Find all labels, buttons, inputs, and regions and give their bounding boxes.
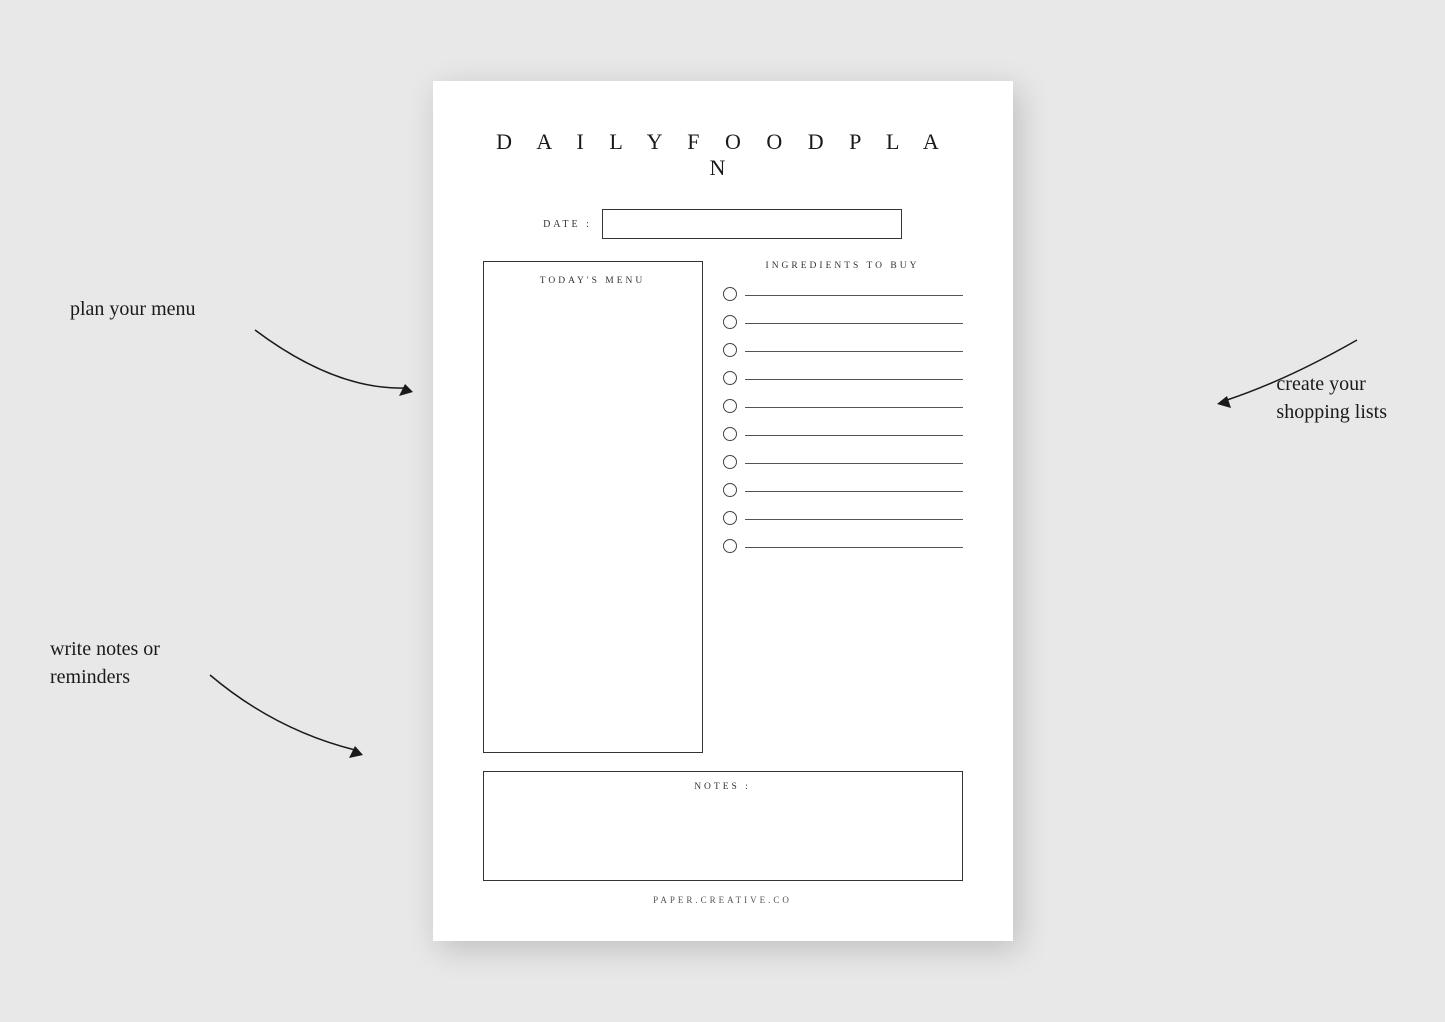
todays-menu-label: TODAY'S MENU: [540, 276, 646, 286]
checkbox-circle-6[interactable]: [723, 427, 737, 441]
ingredient-item-2[interactable]: [723, 315, 963, 329]
ingredients-title: INGREDIENTS TO BUY: [723, 261, 963, 271]
date-label: DATE :: [543, 219, 592, 230]
document-title: D A I L Y F O O D P L A N: [483, 129, 963, 181]
ingredients-section: INGREDIENTS TO BUY: [723, 261, 963, 753]
paper-document: D A I L Y F O O D P L A N DATE : TODAY'S…: [433, 81, 1013, 941]
annotation-notes-reminders: write notes or reminders: [50, 635, 160, 691]
ingredient-item-9[interactable]: [723, 511, 963, 525]
arrow-notes-reminders: [155, 660, 415, 770]
checkbox-circle-7[interactable]: [723, 455, 737, 469]
ingredient-item-1[interactable]: [723, 287, 963, 301]
date-input-box[interactable]: [602, 209, 902, 239]
ingredient-line-2: [745, 323, 963, 324]
checkbox-circle-3[interactable]: [723, 343, 737, 357]
arrow-plan-menu: [195, 310, 455, 410]
ingredient-line-4: [745, 379, 963, 380]
ingredient-line-10: [745, 547, 963, 548]
ingredient-item-7[interactable]: [723, 455, 963, 469]
annotation-shopping: create your shopping lists: [1276, 370, 1387, 426]
ingredient-item-5[interactable]: [723, 399, 963, 413]
checkbox-circle-2[interactable]: [723, 315, 737, 329]
page-wrapper: D A I L Y F O O D P L A N DATE : TODAY'S…: [0, 0, 1445, 1022]
ingredient-line-1: [745, 295, 963, 296]
checkbox-circle-4[interactable]: [723, 371, 737, 385]
document-footer: PAPER.CREATIVE.CO: [653, 895, 792, 905]
ingredient-line-8: [745, 491, 963, 492]
checkbox-circle-8[interactable]: [723, 483, 737, 497]
main-content-area: TODAY'S MENU INGREDIENTS TO BUY: [483, 261, 963, 753]
checkbox-circle-1[interactable]: [723, 287, 737, 301]
ingredient-line-5: [745, 407, 963, 408]
ingredient-line-9: [745, 519, 963, 520]
ingredient-item-4[interactable]: [723, 371, 963, 385]
notes-box[interactable]: NOTES :: [483, 771, 963, 881]
ingredient-item-3[interactable]: [723, 343, 963, 357]
ingredient-line-3: [745, 351, 963, 352]
ingredient-item-10[interactable]: [723, 539, 963, 553]
date-row: DATE :: [483, 209, 963, 239]
notes-label: NOTES :: [694, 782, 751, 792]
ingredient-item-8[interactable]: [723, 483, 963, 497]
ingredient-line-6: [745, 435, 963, 436]
todays-menu-box: TODAY'S MENU: [483, 261, 703, 753]
checkbox-circle-9[interactable]: [723, 511, 737, 525]
checkbox-circle-10[interactable]: [723, 539, 737, 553]
checkbox-circle-5[interactable]: [723, 399, 737, 413]
annotation-plan-menu: plan your menu: [70, 295, 196, 323]
ingredient-item-6[interactable]: [723, 427, 963, 441]
ingredient-line-7: [745, 463, 963, 464]
